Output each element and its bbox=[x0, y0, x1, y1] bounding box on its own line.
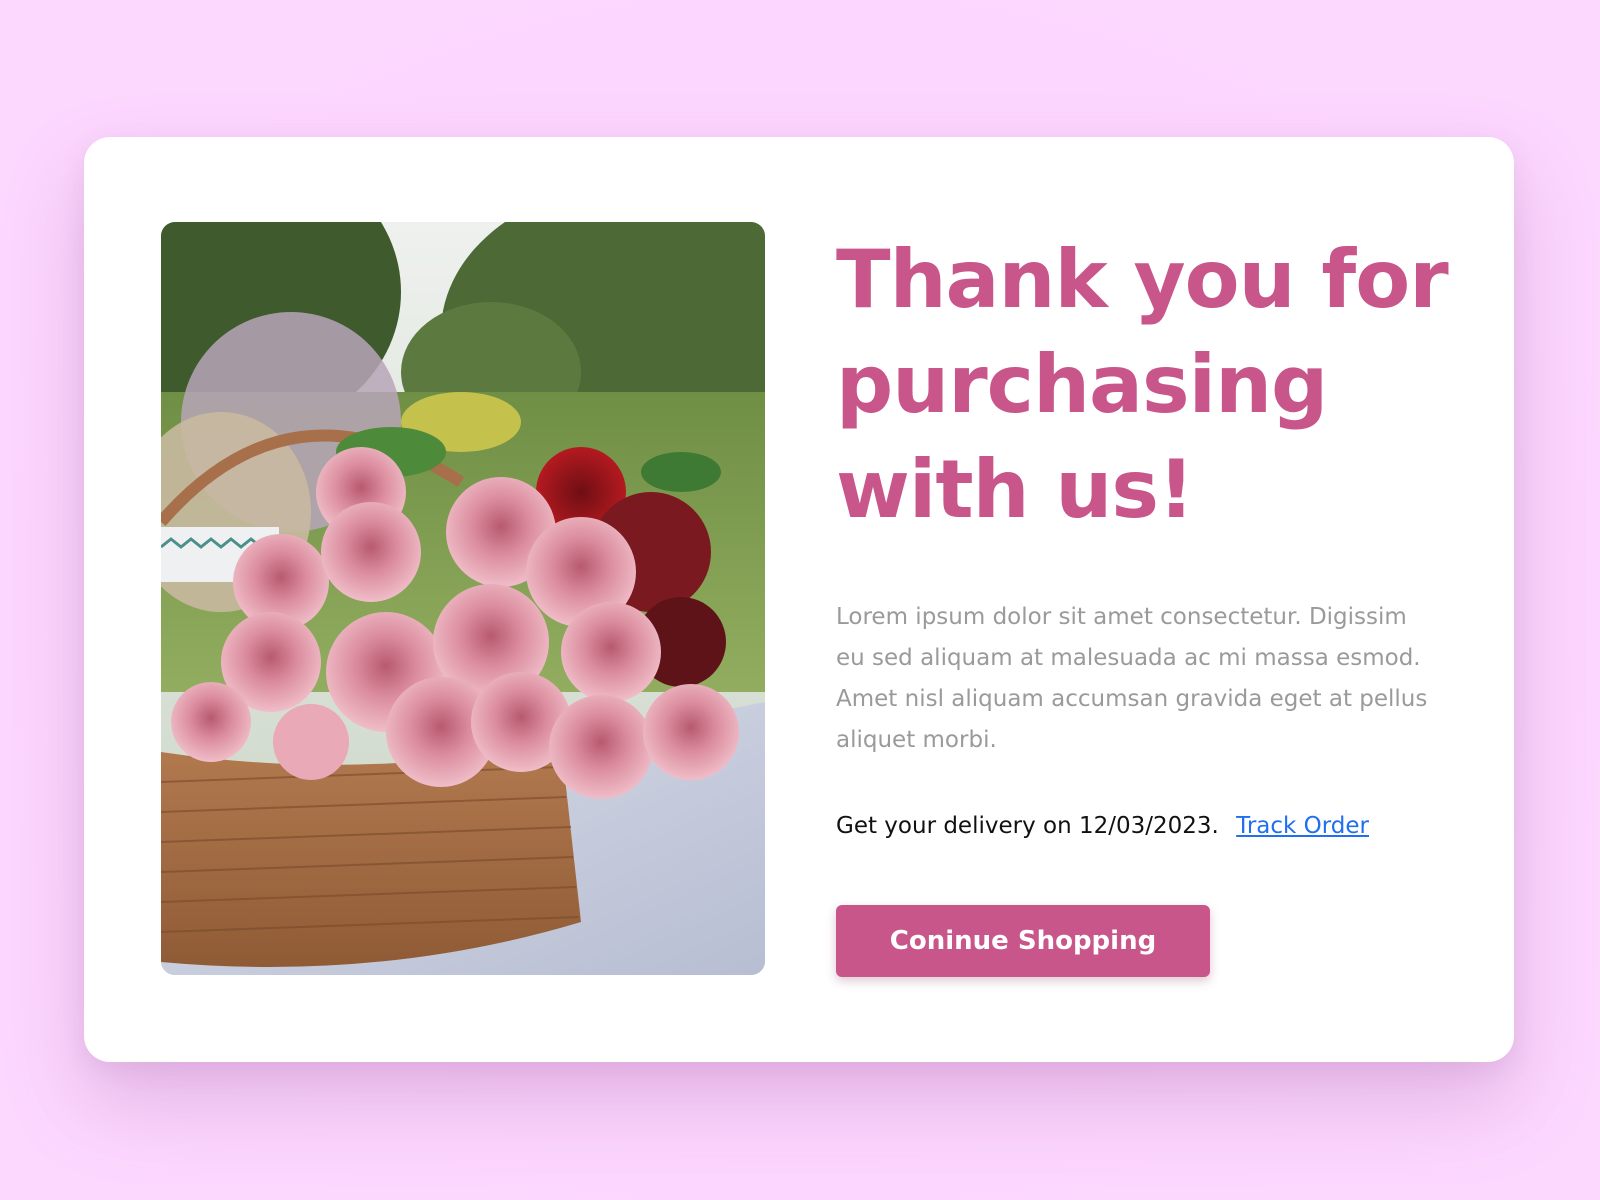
continue-shopping-button[interactable]: Coninue Shopping bbox=[836, 905, 1210, 977]
confirmation-card: Thank you for purchasing with us! Lorem … bbox=[84, 137, 1514, 1062]
track-order-link[interactable]: Track Order bbox=[1236, 813, 1369, 839]
flower-basket-image bbox=[161, 222, 765, 975]
page-background: Thank you for purchasing with us! Lorem … bbox=[0, 0, 1600, 1200]
page-title: Thank you for purchasing with us! bbox=[836, 233, 1449, 536]
confirmation-content: Thank you for purchasing with us! Lorem … bbox=[836, 227, 1456, 841]
delivery-info: Get your delivery on 12/03/2023. Track O… bbox=[836, 811, 1456, 841]
delivery-date-text: Get your delivery on 12/03/2023. bbox=[836, 813, 1219, 839]
description-text: Lorem ipsum dolor sit amet consectetur. … bbox=[836, 604, 1428, 753]
flower-basket-illustration bbox=[161, 222, 765, 975]
